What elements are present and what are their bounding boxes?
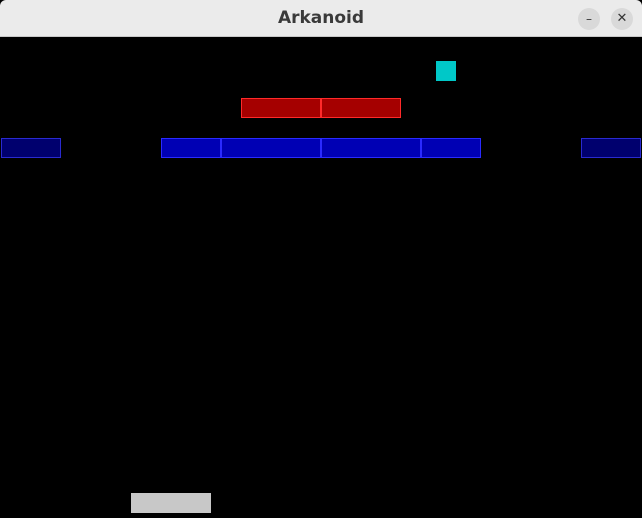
brick-red	[241, 98, 321, 118]
title-bar[interactable]: Arkanoid – ✕	[0, 0, 642, 37]
ball	[436, 61, 456, 81]
brick-blue	[581, 138, 641, 158]
minimize-button[interactable]: –	[578, 8, 600, 30]
brick-blue	[321, 138, 421, 158]
window-title: Arkanoid	[277, 8, 365, 28]
brick-blue	[221, 138, 321, 158]
game-window: Arkanoid – ✕	[0, 0, 642, 518]
brick-red	[321, 98, 401, 118]
close-button[interactable]: ✕	[611, 8, 633, 30]
brick-blue	[421, 138, 481, 158]
paddle[interactable]	[131, 493, 211, 513]
brick-blue	[1, 138, 61, 158]
minimize-icon: –	[586, 12, 592, 26]
close-icon: ✕	[616, 11, 628, 26]
brick-blue	[161, 138, 221, 158]
playfield[interactable]	[0, 37, 642, 518]
